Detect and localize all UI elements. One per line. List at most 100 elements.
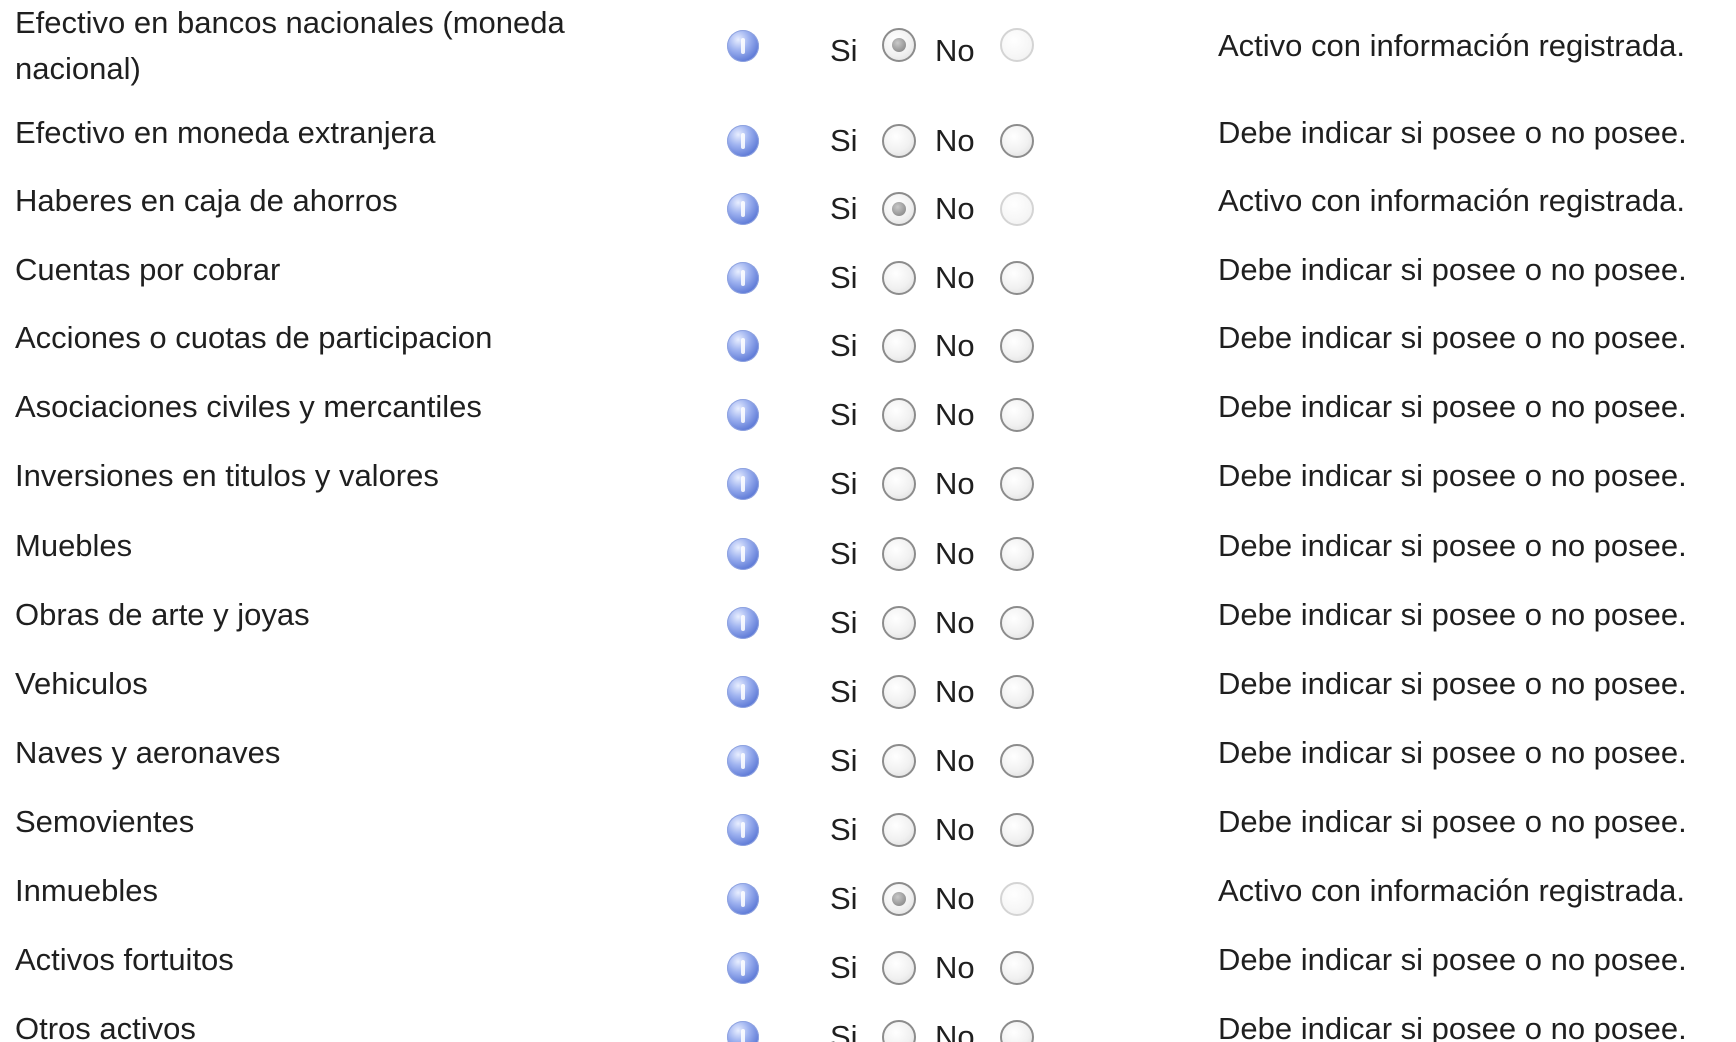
no-label: No (935, 605, 975, 640)
info-icon[interactable] (727, 468, 759, 500)
si-label: Si (830, 950, 858, 985)
asset-row-asociaciones: Asociaciones civiles y mercantiles Si No… (0, 384, 1736, 446)
info-icon[interactable] (727, 30, 759, 62)
si-label: Si (830, 881, 858, 916)
si-radio[interactable] (882, 744, 916, 778)
no-radio[interactable] (1000, 1020, 1034, 1042)
asset-row-semovientes: Semovientes Si No Debe indicar si posee … (0, 799, 1736, 861)
info-icon[interactable] (727, 262, 759, 294)
info-icon[interactable] (727, 676, 759, 708)
si-label: Si (830, 1019, 858, 1042)
no-radio[interactable] (1000, 329, 1034, 363)
si-radio[interactable] (882, 1020, 916, 1042)
no-radio[interactable] (1000, 28, 1034, 62)
no-radio[interactable] (1000, 951, 1034, 985)
asset-label: Otros activos (15, 1011, 196, 1042)
no-label: No (935, 33, 975, 68)
info-icon[interactable] (727, 1021, 759, 1042)
info-icon[interactable] (727, 745, 759, 777)
no-radio[interactable] (1000, 192, 1034, 226)
no-label: No (935, 1019, 975, 1042)
si-radio[interactable] (882, 951, 916, 985)
asset-row-inversiones: Inversiones en titulos y valores Si No D… (0, 453, 1736, 515)
no-label: No (935, 260, 975, 295)
asset-row-cuentas-por-cobrar: Cuentas por cobrar Si No Debe indicar si… (0, 247, 1736, 309)
asset-label: Acciones o cuotas de participacion (15, 320, 493, 355)
si-radio[interactable] (882, 882, 916, 916)
info-icon[interactable] (727, 883, 759, 915)
info-icon[interactable] (727, 125, 759, 157)
asset-label: Semovientes (15, 804, 195, 839)
no-radio[interactable] (1000, 882, 1034, 916)
asset-label: Naves y aeronaves (15, 735, 281, 770)
asset-row-muebles: Muebles Si No Debe indicar si posee o no… (0, 523, 1736, 585)
status-text: Debe indicar si posee o no posee. (1218, 252, 1687, 287)
si-radio[interactable] (882, 28, 916, 62)
si-radio[interactable] (882, 192, 916, 226)
asset-row-obras-arte: Obras de arte y joyas Si No Debe indicar… (0, 592, 1736, 654)
asset-label: Haberes en caja de ahorros (15, 183, 398, 218)
info-icon[interactable] (727, 814, 759, 846)
info-icon[interactable] (727, 607, 759, 639)
asset-label: Cuentas por cobrar (15, 252, 281, 287)
no-label: No (935, 328, 975, 363)
status-text: Debe indicar si posee o no posee. (1218, 389, 1687, 424)
si-radio[interactable] (882, 124, 916, 158)
si-label: Si (830, 328, 858, 363)
status-text: Debe indicar si posee o no posee. (1218, 942, 1687, 977)
no-radio[interactable] (1000, 744, 1034, 778)
asset-label: Efectivo en bancos nacionales (moneda na… (15, 5, 565, 86)
asset-row-acciones-cuotas: Acciones o cuotas de participacion Si No… (0, 315, 1736, 377)
status-text: Debe indicar si posee o no posee. (1218, 597, 1687, 632)
asset-label: Inversiones en titulos y valores (15, 458, 439, 493)
no-label: No (935, 191, 975, 226)
si-radio[interactable] (882, 329, 916, 363)
asset-label: Inmuebles (15, 873, 159, 908)
no-radio[interactable] (1000, 813, 1034, 847)
info-icon[interactable] (727, 952, 759, 984)
asset-row-naves-aeronaves: Naves y aeronaves Si No Debe indicar si … (0, 730, 1736, 792)
asset-row-efectivo-bancos-nacionales: Efectivo en bancos nacionales (moneda na… (0, 0, 1736, 86)
status-text: Debe indicar si posee o no posee. (1218, 458, 1687, 493)
si-label: Si (830, 674, 858, 709)
si-radio[interactable] (882, 537, 916, 571)
si-label: Si (830, 397, 858, 432)
no-radio[interactable] (1000, 537, 1034, 571)
status-text: Activo con información registrada. (1218, 873, 1685, 908)
asset-label: Asociaciones civiles y mercantiles (15, 389, 482, 424)
status-text: Debe indicar si posee o no posee. (1218, 804, 1687, 839)
si-radio[interactable] (882, 398, 916, 432)
info-icon[interactable] (727, 330, 759, 362)
si-label: Si (830, 466, 858, 501)
no-label: No (935, 123, 975, 158)
si-radio[interactable] (882, 467, 916, 501)
no-radio[interactable] (1000, 675, 1034, 709)
no-radio[interactable] (1000, 467, 1034, 501)
si-radio[interactable] (882, 675, 916, 709)
no-label: No (935, 881, 975, 916)
si-label: Si (830, 743, 858, 778)
status-text: Debe indicar si posee o no posee. (1218, 115, 1687, 150)
info-icon[interactable] (727, 193, 759, 225)
status-text: Activo con información registrada. (1218, 28, 1685, 63)
asset-row-vehiculos: Vehiculos Si No Debe indicar si posee o … (0, 661, 1736, 723)
no-label: No (935, 743, 975, 778)
si-radio[interactable] (882, 261, 916, 295)
asset-row-inmuebles: Inmuebles Si No Activo con información r… (0, 868, 1736, 930)
info-icon[interactable] (727, 538, 759, 570)
si-radio[interactable] (882, 813, 916, 847)
si-label: Si (830, 33, 858, 68)
no-radio[interactable] (1000, 398, 1034, 432)
asset-row-efectivo-moneda-extranjera: Efectivo en moneda extranjera Si No Debe… (0, 110, 1736, 172)
no-radio[interactable] (1000, 124, 1034, 158)
asset-label: Activos fortuitos (15, 942, 234, 977)
asset-row-activos-fortuitos: Activos fortuitos Si No Debe indicar si … (0, 937, 1736, 999)
si-radio[interactable] (882, 606, 916, 640)
no-radio[interactable] (1000, 606, 1034, 640)
status-text: Debe indicar si posee o no posee. (1218, 320, 1687, 355)
no-radio[interactable] (1000, 261, 1034, 295)
no-label: No (935, 674, 975, 709)
si-label: Si (830, 605, 858, 640)
no-label: No (935, 466, 975, 501)
info-icon[interactable] (727, 399, 759, 431)
